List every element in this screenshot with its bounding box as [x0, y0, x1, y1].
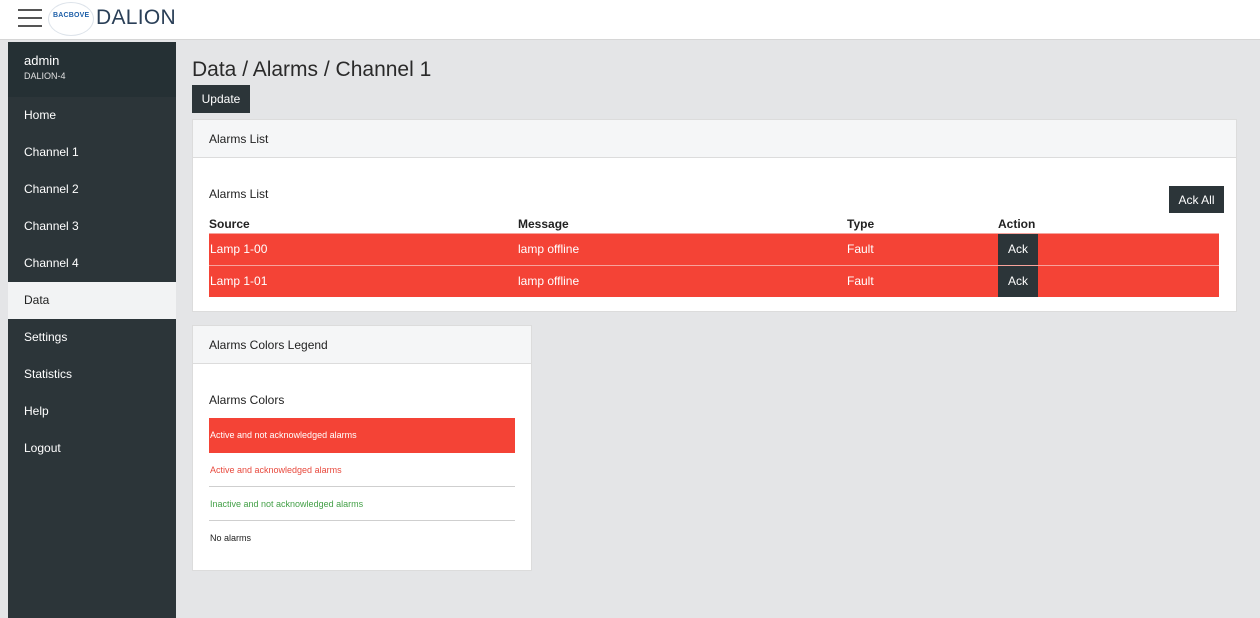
- legend-panel-header: Alarms Colors Legend: [193, 326, 531, 364]
- sidebar-item-channel-3[interactable]: Channel 3: [8, 208, 176, 245]
- ack-button[interactable]: Ack: [998, 265, 1038, 297]
- alarm-type: Fault: [847, 264, 998, 297]
- app-title: DALION: [96, 6, 176, 29]
- ack-all-button[interactable]: Ack All: [1169, 186, 1224, 213]
- alarms-list-panel-header: Alarms List: [193, 120, 1236, 158]
- user-name: admin: [24, 53, 60, 68]
- legend-item-active-not-acknowledged: Active and not acknowledged alarms: [209, 418, 515, 453]
- sidebar-item-channel-1[interactable]: Channel 1: [8, 134, 176, 171]
- alarm-message: lamp offline: [518, 264, 847, 297]
- alarms-list-panel: Alarms List Alarms List Ack All Source M…: [192, 119, 1237, 312]
- alarm-message: lamp offline: [518, 232, 847, 265]
- alarm-action-cell: Ack: [998, 264, 1219, 297]
- sidebar-item-statistics[interactable]: Statistics: [8, 356, 176, 393]
- page-title: Data / Alarms / Channel 1: [192, 58, 432, 81]
- alarm-action-cell: Ack: [998, 232, 1219, 265]
- sidebar-item-data[interactable]: Data: [8, 282, 176, 319]
- sidebar-item-channel-4[interactable]: Channel 4: [8, 245, 176, 282]
- device-name: DALION-4: [24, 71, 66, 81]
- column-header-source: Source: [209, 216, 250, 231]
- alarms-table: Source Message Type Action Lamp 1-00 lam…: [209, 215, 1219, 297]
- ack-button[interactable]: Ack: [998, 233, 1038, 265]
- alarms-list-title: Alarms List: [209, 187, 269, 201]
- user-block: admin DALION-4: [8, 42, 176, 97]
- legend-item-active-acknowledged: Active and acknowledged alarms: [209, 453, 515, 487]
- column-header-message: Message: [518, 216, 569, 231]
- sidebar-item-help[interactable]: Help: [8, 393, 176, 430]
- alarms-colors-legend-panel: Alarms Colors Legend Alarms Colors Activ…: [192, 325, 532, 571]
- logo-text: BACBOVE: [53, 12, 90, 19]
- alarm-source: Lamp 1-01: [209, 264, 518, 297]
- alarm-source: Lamp 1-00: [209, 232, 518, 265]
- company-logo: [48, 2, 94, 36]
- sidebar-item-channel-2[interactable]: Channel 2: [8, 171, 176, 208]
- sidebar: admin DALION-4 Home Channel 1 Channel 2 …: [8, 42, 176, 618]
- table-row: Lamp 1-00 lamp offline Fault Ack: [209, 232, 1219, 265]
- top-bar: BACBOVE DALION: [0, 0, 1260, 40]
- legend-title: Alarms Colors: [209, 393, 285, 407]
- table-header-row: Source Message Type Action: [209, 215, 1219, 233]
- column-header-action: Action: [998, 216, 1036, 231]
- legend-item-no-alarms: No alarms: [210, 533, 252, 543]
- column-header-type: Type: [847, 216, 875, 231]
- sidebar-item-logout[interactable]: Logout: [8, 430, 176, 467]
- sidebar-item-settings[interactable]: Settings: [8, 319, 176, 356]
- table-row: Lamp 1-01 lamp offline Fault Ack: [209, 264, 1219, 297]
- sidebar-item-home[interactable]: Home: [8, 97, 176, 134]
- hamburger-menu-icon[interactable]: [18, 9, 42, 29]
- alarm-type: Fault: [847, 232, 998, 265]
- legend-item-inactive-not-acknowledged: Inactive and not acknowledged alarms: [209, 487, 515, 521]
- update-button[interactable]: Update: [192, 85, 250, 113]
